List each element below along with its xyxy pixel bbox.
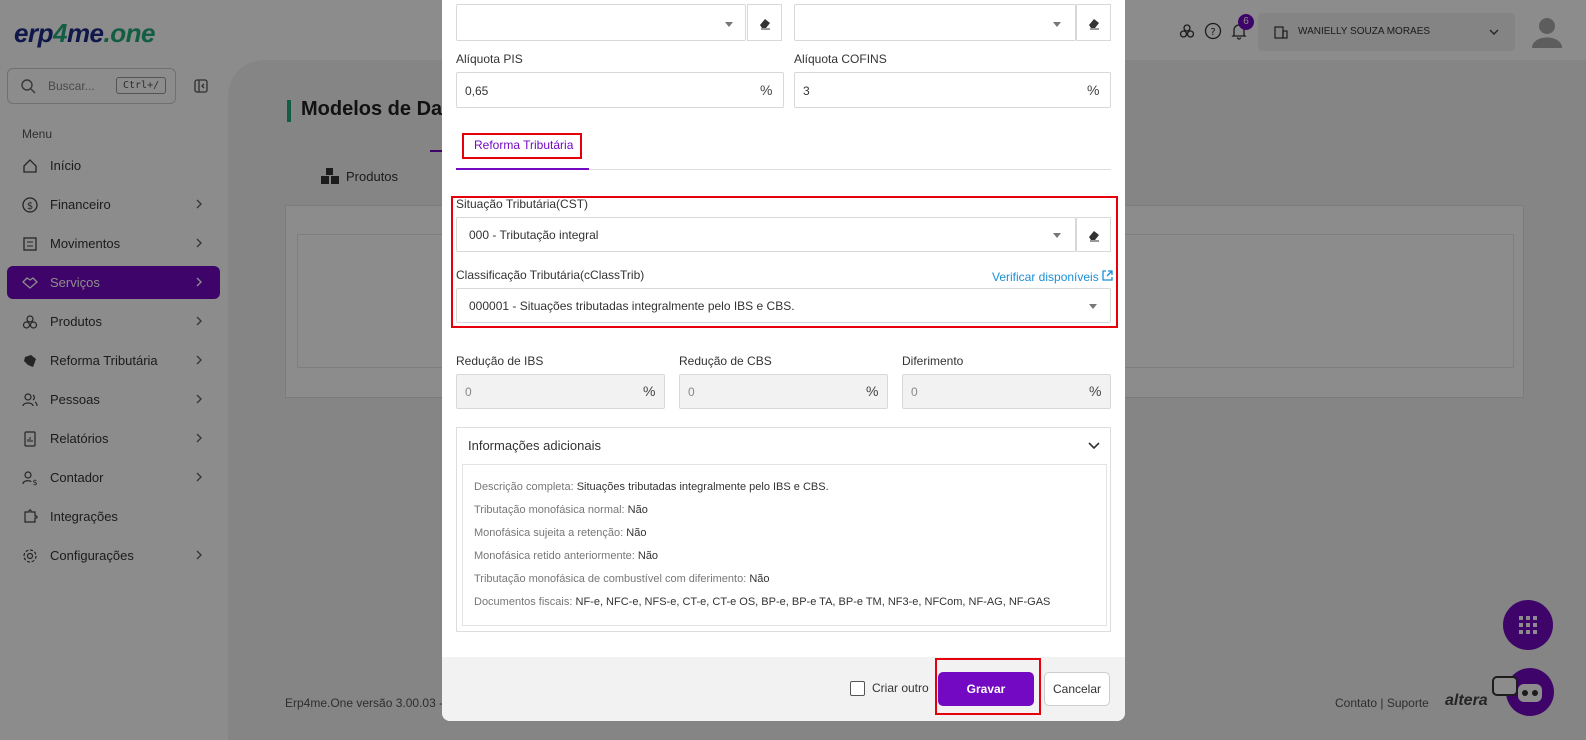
highlight-tab	[462, 133, 582, 159]
info-key: Tributação monofásica de combustível com…	[474, 573, 747, 585]
info-row: Monofásica retido anteriormente: Não	[474, 550, 658, 562]
criar-outro-label[interactable]: Criar outro	[872, 681, 929, 695]
eraser-icon	[1088, 18, 1099, 29]
pis-value: 0,65	[465, 84, 489, 98]
percent-icon: %	[760, 82, 773, 98]
top-select-2[interactable]	[794, 4, 1076, 41]
reducao-cbs-value: 0	[688, 385, 695, 399]
reducao-cbs-input[interactable]: 0 %	[679, 374, 888, 409]
accordion-title[interactable]: Informações adicionais	[468, 438, 601, 453]
caret-down-icon	[1053, 22, 1061, 27]
info-key: Documentos fiscais:	[474, 596, 573, 608]
pis-input[interactable]: 0,65 %	[456, 72, 784, 108]
caret-down-icon	[725, 22, 733, 27]
reducao-ibs-value: 0	[465, 385, 472, 399]
cofins-label: Alíquota COFINS	[794, 52, 887, 66]
percent-icon: %	[1087, 82, 1100, 98]
reducao-cbs-label: Redução de CBS	[679, 354, 772, 368]
info-row: Documentos fiscais: NF-e, NFC-e, NFS-e, …	[474, 596, 1050, 608]
eraser-icon	[759, 18, 770, 29]
info-key: Descrição completa:	[474, 481, 574, 493]
diferimento-label: Diferimento	[902, 354, 964, 368]
info-value: NF-e, NFC-e, NFS-e, CT-e, CT-e OS, BP-e,…	[575, 596, 1051, 608]
criar-outro-checkbox[interactable]	[850, 681, 865, 696]
reducao-ibs-input[interactable]: 0 %	[456, 374, 665, 409]
info-key: Monofásica retido anteriormente:	[474, 550, 635, 562]
clear-top-select-2-button[interactable]	[1076, 4, 1111, 41]
info-row: Descrição completa: Situações tributadas…	[474, 481, 829, 493]
modal-dialog: Alíquota PIS 0,65 % Alíquota COFINS 3 % …	[442, 0, 1125, 721]
modal-footer: Criar outro Gravar Cancelar	[442, 657, 1125, 721]
percent-icon: %	[866, 383, 879, 399]
info-value: Não	[626, 527, 647, 539]
info-accordion: Informações adicionais Descrição complet…	[456, 427, 1111, 632]
info-row: Tributação monofásica normal: Não	[474, 504, 648, 516]
top-select-1[interactable]	[456, 4, 746, 41]
percent-icon: %	[1089, 383, 1102, 399]
clear-top-select-1-button[interactable]	[747, 4, 782, 41]
info-row: Tributação monofásica de combustível com…	[474, 573, 770, 585]
cancel-button[interactable]: Cancelar	[1044, 672, 1110, 706]
highlight-tax-fields	[451, 196, 1118, 328]
percent-icon: %	[643, 383, 656, 399]
active-tab-underline	[456, 168, 589, 170]
info-value: Não	[749, 573, 770, 585]
info-key: Monofásica sujeita a retenção:	[474, 527, 624, 539]
info-value: Não	[627, 504, 648, 516]
info-row: Monofásica sujeita a retenção: Não	[474, 527, 646, 539]
reducao-ibs-label: Redução de IBS	[456, 354, 544, 368]
info-key: Tributação monofásica normal:	[474, 504, 625, 516]
highlight-save	[935, 658, 1041, 715]
info-value: Não	[637, 550, 659, 562]
diferimento-value: 0	[911, 385, 918, 399]
pis-label: Alíquota PIS	[456, 52, 523, 66]
diferimento-input[interactable]: 0 %	[902, 374, 1111, 409]
accordion-body: Descrição completa: Situações tributadas…	[462, 464, 1107, 626]
chevron-down-icon[interactable]	[1088, 441, 1100, 451]
cofins-input[interactable]: 3 %	[794, 72, 1111, 108]
info-value: Situações tributadas integralmente pelo …	[576, 481, 829, 493]
cofins-value: 3	[803, 84, 810, 98]
